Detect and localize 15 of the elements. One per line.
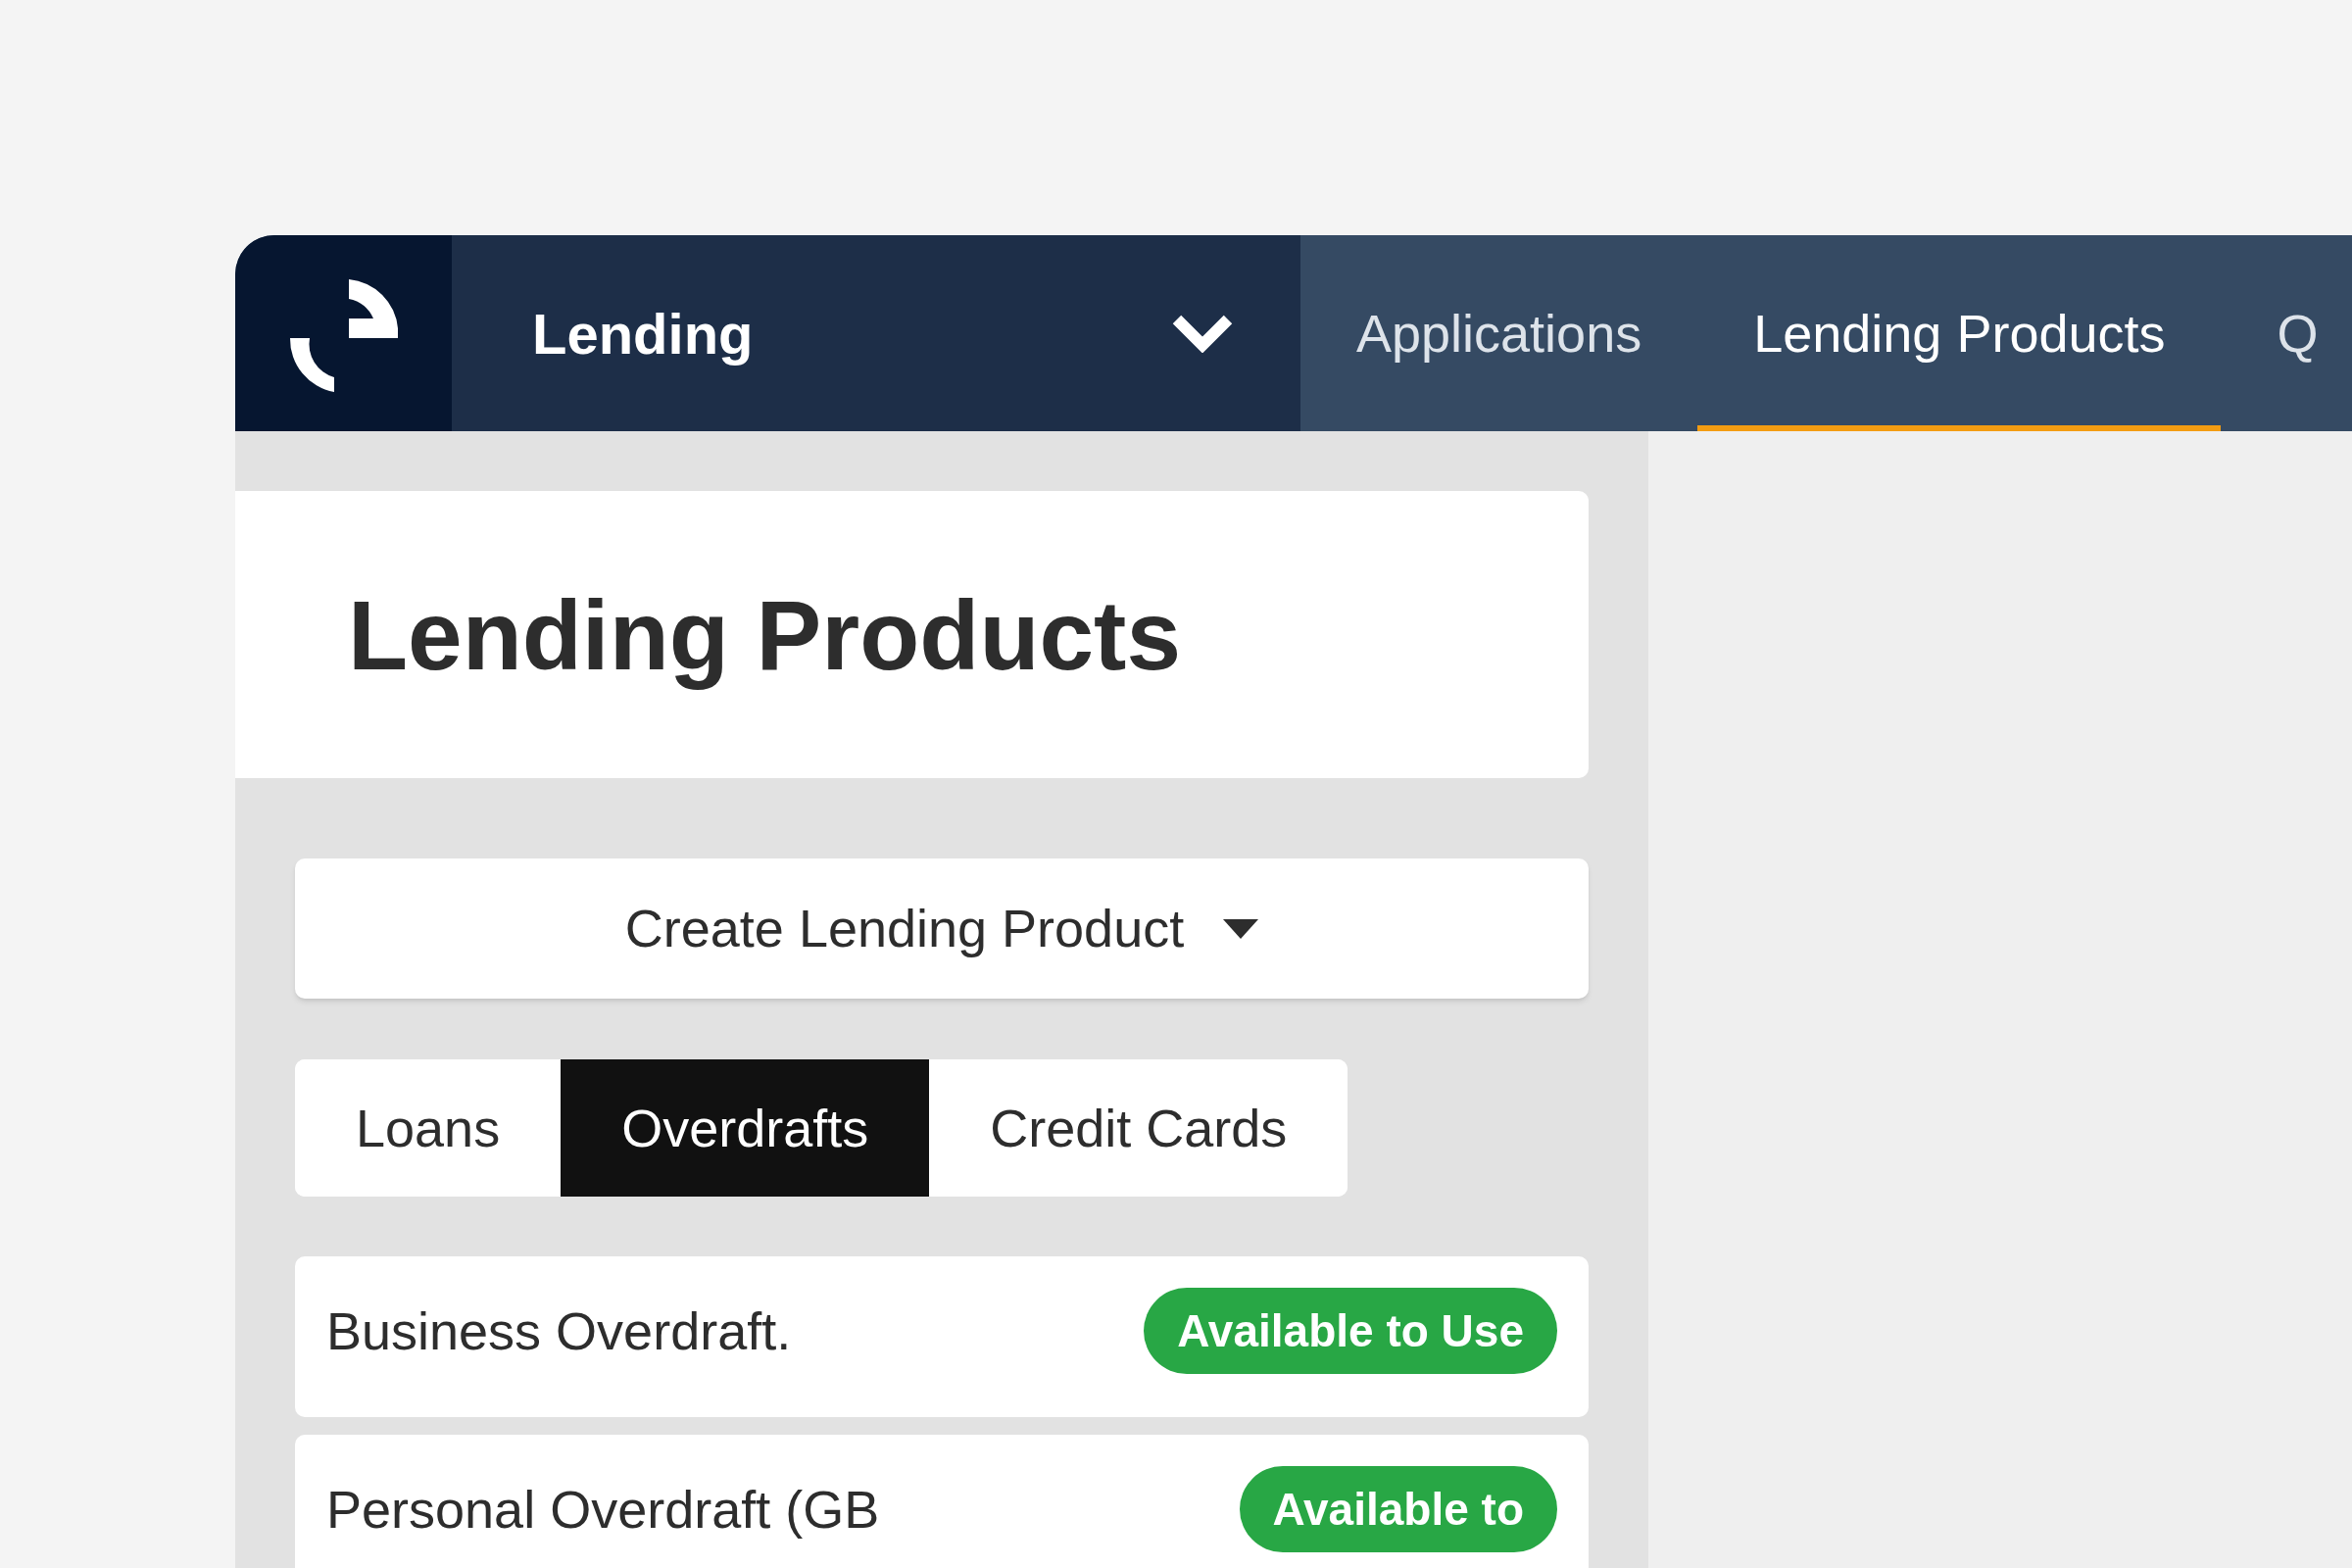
product-switcher[interactable]: Lending bbox=[452, 235, 1300, 431]
status-badge: Available to Use bbox=[1144, 1288, 1557, 1374]
filter-tab[interactable]: Overdrafts bbox=[561, 1059, 930, 1197]
product-name: Business Overdraft. bbox=[326, 1300, 792, 1362]
product-name: Personal Overdraft (GB bbox=[326, 1479, 880, 1541]
logo-icon[interactable] bbox=[235, 235, 452, 431]
status-badge: Available to bbox=[1239, 1466, 1557, 1552]
chevron-down-icon bbox=[1171, 314, 1234, 353]
page-title: Lending Products bbox=[348, 578, 1181, 692]
nav-tab[interactable]: Applications bbox=[1300, 235, 1698, 431]
nav-tab[interactable]: Q bbox=[2221, 235, 2352, 431]
create-product-button[interactable]: Create Lending Product bbox=[295, 858, 1589, 999]
product-row[interactable]: Personal Overdraft (GB Available to bbox=[295, 1435, 1589, 1568]
caret-down-icon bbox=[1223, 918, 1259, 939]
product-row[interactable]: Business Overdraft. Available to Use bbox=[295, 1256, 1589, 1417]
